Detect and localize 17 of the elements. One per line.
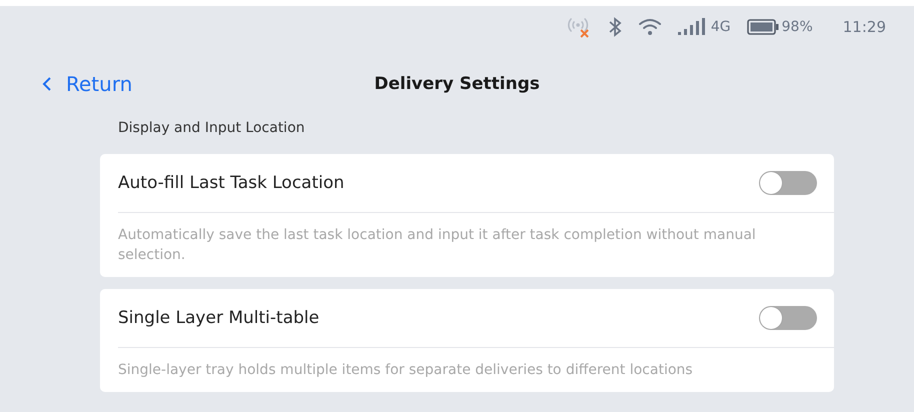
battery-icon xyxy=(746,19,779,35)
wifi-icon xyxy=(638,18,662,36)
page-title: Delivery Settings xyxy=(374,74,540,94)
battery-percent: 98% xyxy=(782,19,813,35)
bluetooth-icon xyxy=(608,17,622,37)
setting-label: Auto-fill Last Task Location xyxy=(118,173,344,193)
clock: 11:29 xyxy=(842,18,886,36)
network-label: 4G xyxy=(710,19,731,35)
setting-label: Single Layer Multi-table xyxy=(118,308,320,328)
toggle-switch[interactable] xyxy=(759,171,817,195)
setting-description: Automatically save the last task location and input it after task completion without manual selection. xyxy=(118,226,757,265)
toggle-switch[interactable] xyxy=(759,306,817,330)
signal-icon xyxy=(678,18,708,36)
setting-description: Single-layer tray holds multiple items for separate deliveries to different locations xyxy=(118,361,694,380)
section-title: Display and Input Location xyxy=(117,120,306,138)
return-button[interactable]: Return xyxy=(42,72,132,96)
back-chevron-icon xyxy=(42,76,52,92)
